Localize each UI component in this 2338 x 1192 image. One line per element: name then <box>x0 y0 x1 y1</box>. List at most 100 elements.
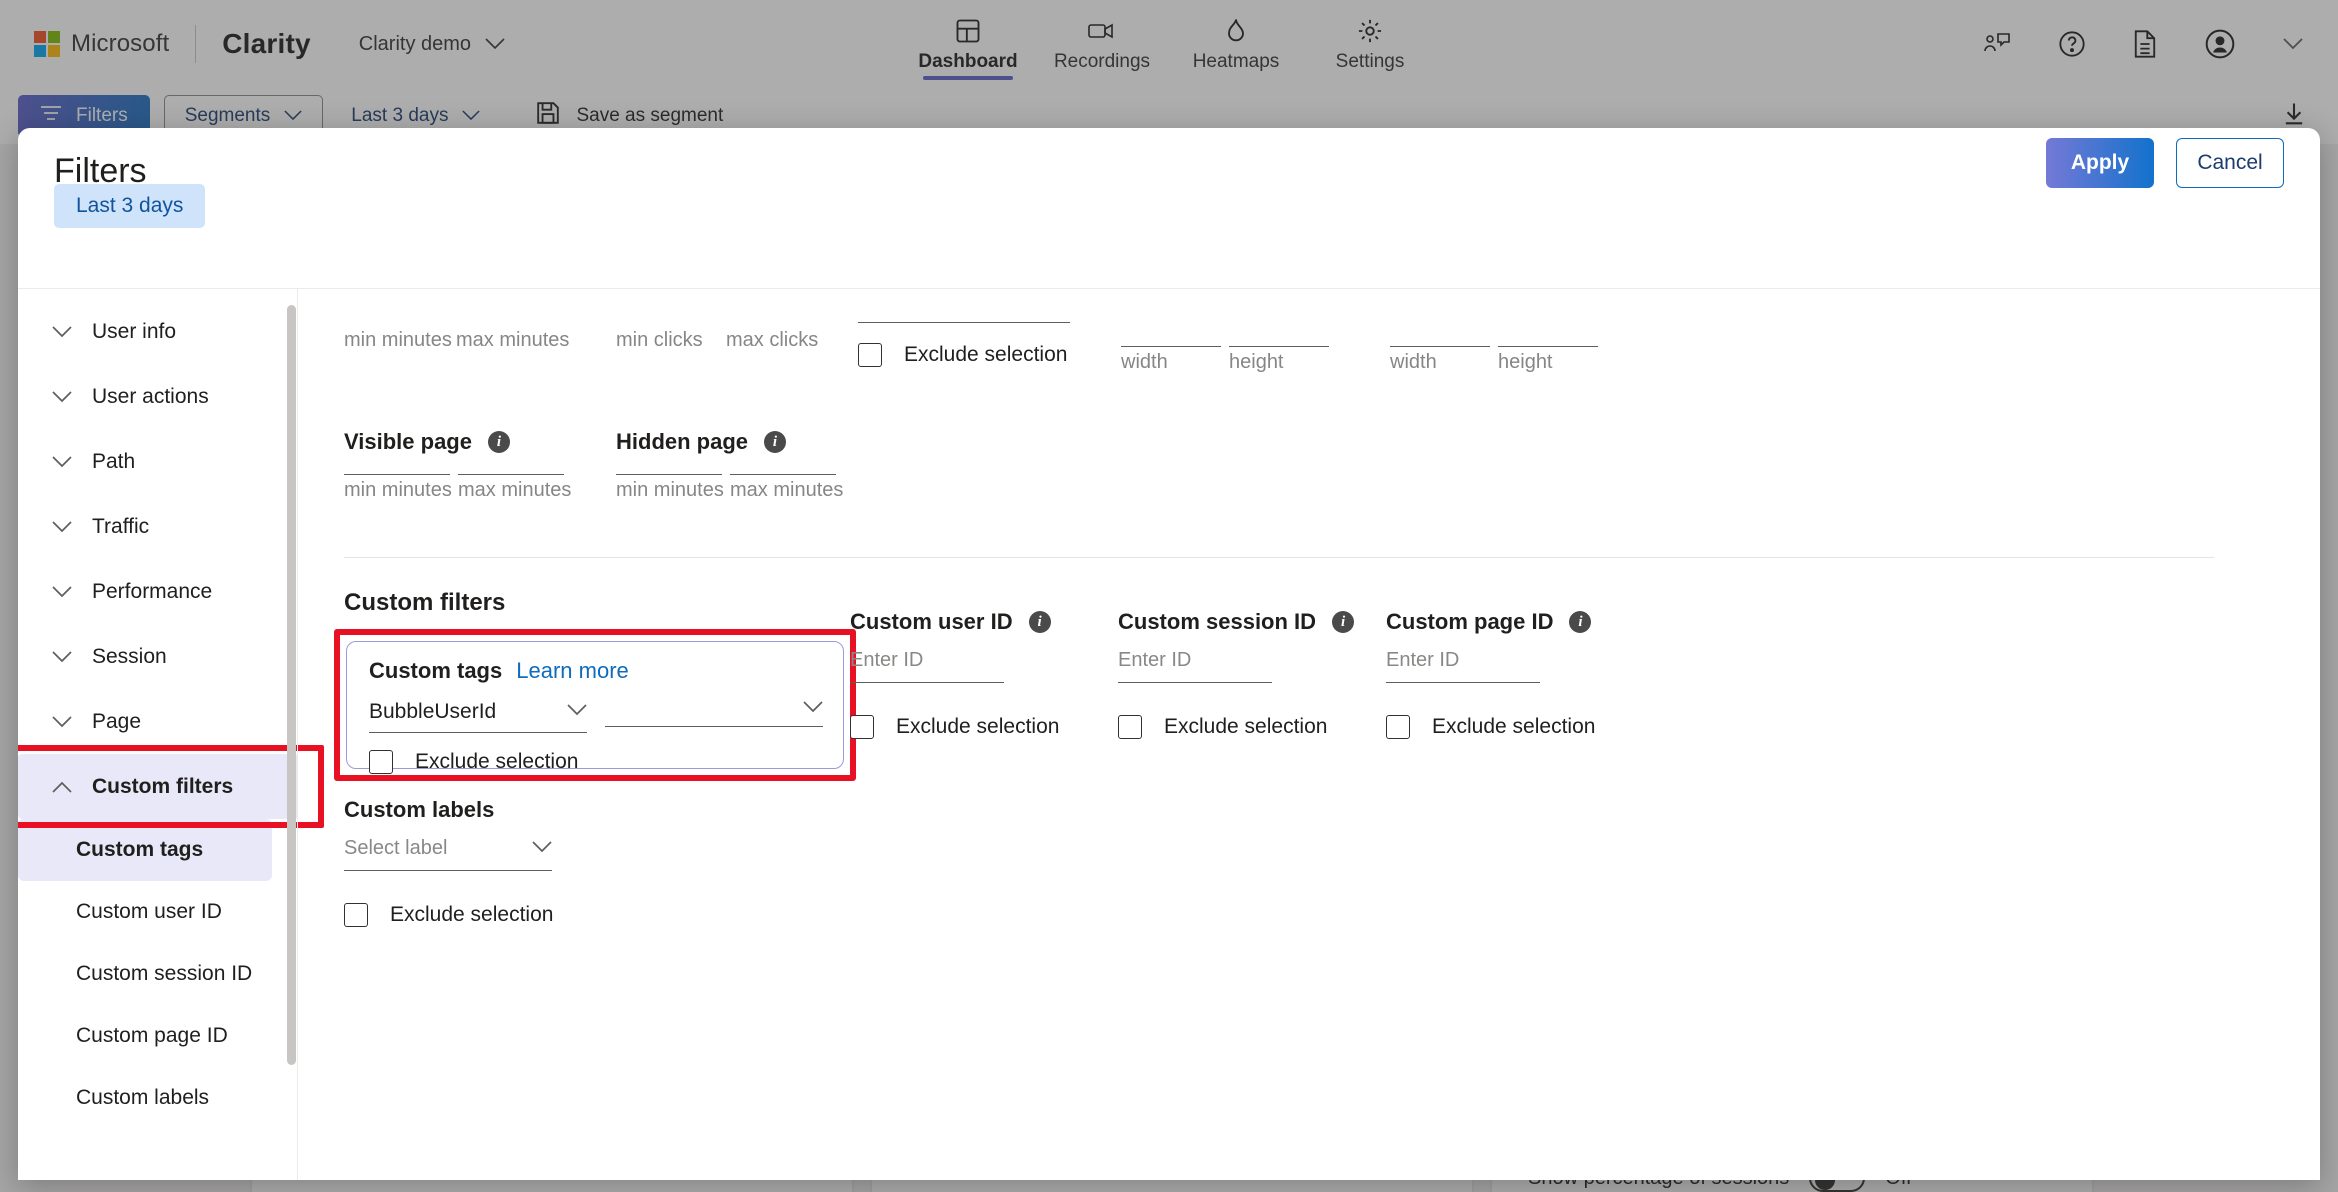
sidebar-item-performance[interactable]: Performance <box>18 559 298 624</box>
exclude-selection-checkbox[interactable] <box>344 903 368 927</box>
width-1-underline[interactable] <box>1121 346 1221 347</box>
top-field-underline[interactable] <box>858 322 1070 323</box>
custom-user-id-input[interactable]: Enter ID <box>850 649 1004 683</box>
field-width-2[interactable]: width <box>1390 351 1437 374</box>
field-hidden-max-minutes[interactable]: max minutes <box>730 479 843 502</box>
field-max-minutes-a[interactable]: max minutes <box>456 329 581 352</box>
custom-tags-label: Custom tags <box>369 658 503 683</box>
input-underline <box>1118 682 1272 683</box>
sidebar-item-custom-session-id[interactable]: Custom session ID <box>18 943 272 1005</box>
field-min-clicks[interactable]: min clicks <box>616 329 726 352</box>
sidebar-item-label: User actions <box>92 384 209 408</box>
learn-more-link[interactable]: Learn more <box>516 658 629 684</box>
exclude-selection-checkbox[interactable] <box>369 750 393 774</box>
field-height-2[interactable]: height <box>1498 351 1553 374</box>
field-visible-max-minutes[interactable]: max minutes <box>458 479 571 502</box>
exclude-selection-label: Exclude selection <box>896 715 1060 738</box>
date-range-chip[interactable]: Last 3 days <box>54 184 206 228</box>
custom-tags-exclude-row: Exclude selection <box>369 750 578 774</box>
info-icon[interactable]: i <box>1569 611 1592 633</box>
visible-min-underline[interactable] <box>344 474 450 475</box>
apply-button[interactable]: Apply <box>2046 138 2154 188</box>
input-underline <box>1386 682 1540 683</box>
height-2-underline[interactable] <box>1498 346 1598 347</box>
sidebar-item-label: Session <box>92 644 167 668</box>
width-2-underline[interactable] <box>1390 346 1490 347</box>
sidebar-item-custom-page-id[interactable]: Custom page ID <box>18 1005 272 1067</box>
field-label-text: Custom user ID <box>850 609 1013 634</box>
field-width-1[interactable]: width <box>1121 351 1168 374</box>
sidebar-item-user-info[interactable]: User info <box>18 299 298 364</box>
custom-tags-header: Custom tags Learn more <box>369 658 629 684</box>
filters-modal-header: Filters Apply Cancel <box>18 128 2320 224</box>
exclude-selection-checkbox[interactable] <box>1118 715 1142 739</box>
custom-filters-section-title: Custom filters <box>344 589 506 616</box>
field-max-clicks[interactable]: max clicks <box>726 329 836 352</box>
custom-tags-value-select[interactable] <box>605 700 823 727</box>
hidden-max-underline[interactable] <box>730 474 836 475</box>
placeholder-text: min minutes <box>344 329 452 351</box>
sidebar-item-custom-user-id[interactable]: Custom user ID <box>18 881 272 943</box>
sidebar-item-label: User info <box>92 319 177 343</box>
placeholder-text: min minutes <box>344 479 452 501</box>
placeholder-text: min clicks <box>616 329 703 351</box>
custom-page-id-exclude-row: Exclude selection <box>1386 715 1595 739</box>
sidebar-scrollbar-thumb[interactable] <box>287 305 296 1065</box>
sidebar-subitem-label: Custom labels <box>76 1086 210 1109</box>
placeholder-text: width <box>1121 351 1168 373</box>
exclude-selection-checkbox[interactable] <box>850 715 874 739</box>
filters-modal: Filters Apply Cancel Last 3 days User in… <box>18 128 2320 1180</box>
sidebar-item-user-actions[interactable]: User actions <box>18 364 298 429</box>
sidebar-item-traffic[interactable]: Traffic <box>18 494 298 559</box>
height-1-underline[interactable] <box>1229 346 1329 347</box>
sidebar-item-page[interactable]: Page <box>18 689 298 754</box>
chevron-down-icon <box>52 585 72 598</box>
placeholder-text: height <box>1229 351 1284 373</box>
field-visible-min-minutes[interactable]: min minutes <box>344 479 452 502</box>
custom-labels-select[interactable]: Select label <box>344 837 552 871</box>
chevron-down-icon <box>52 390 72 403</box>
field-hidden-min-minutes[interactable]: min minutes <box>616 479 724 502</box>
exclude-selection-checkbox[interactable] <box>858 343 882 367</box>
sidebar-item-session[interactable]: Session <box>18 624 298 689</box>
filters-sidebar: User info User actions Path Traffic Perf… <box>18 288 324 1180</box>
info-icon[interactable]: i <box>1028 611 1051 633</box>
field-label-text: Visible page <box>344 429 472 454</box>
filters-content-pane: min minutes max minutes min clicks max c… <box>298 288 2320 1180</box>
exclude-selection-label: Exclude selection <box>415 750 579 773</box>
custom-labels-label: Custom labels <box>344 797 494 823</box>
select-underline <box>369 732 587 733</box>
exclude-selection-checkbox[interactable] <box>1386 715 1410 739</box>
visible-max-underline[interactable] <box>458 474 564 475</box>
chevron-down-icon <box>52 325 72 338</box>
select-underline <box>344 870 552 871</box>
custom-session-id-input[interactable]: Enter ID <box>1118 649 1272 683</box>
modal-action-buttons: Apply Cancel <box>2046 138 2284 188</box>
chevron-down-icon <box>52 650 72 663</box>
sidebar-item-label: Traffic <box>92 514 150 538</box>
sidebar-item-path[interactable]: Path <box>18 429 298 494</box>
field-height-1[interactable]: height <box>1229 351 1284 374</box>
info-icon[interactable]: i <box>487 431 510 453</box>
sidebar-item-custom-labels[interactable]: Custom labels <box>18 1067 272 1129</box>
placeholder-text: max minutes <box>456 329 570 351</box>
app-root: Microsoft Clarity Clarity demo Dashboard… <box>0 0 2338 1192</box>
sidebar-item-custom-filters[interactable]: Custom filters <box>18 745 324 828</box>
chevron-down-icon <box>803 700 823 718</box>
custom-tags-key-select[interactable]: BubbleUserId <box>369 700 587 733</box>
sidebar-item-custom-tags[interactable]: Custom tags <box>18 819 272 881</box>
exclude-selection-row-top: Exclude selection <box>858 343 1067 367</box>
placeholder-text: height <box>1498 351 1553 373</box>
select-underline <box>605 726 823 727</box>
custom-user-id-exclude-row: Exclude selection <box>850 715 1059 739</box>
field-min-minutes-a[interactable]: min minutes <box>344 329 469 352</box>
info-icon[interactable]: i <box>1332 611 1355 633</box>
custom-page-id-input[interactable]: Enter ID <box>1386 649 1540 683</box>
hidden-min-underline[interactable] <box>616 474 722 475</box>
field-label-text: Custom labels <box>344 797 495 822</box>
hidden-page-label: Hidden page i <box>616 429 787 455</box>
filters-modal-body: User info User actions Path Traffic Perf… <box>18 288 2320 1180</box>
info-icon[interactable]: i <box>764 431 787 453</box>
cancel-button[interactable]: Cancel <box>2176 138 2284 188</box>
placeholder-text: Enter ID <box>1118 649 1192 671</box>
